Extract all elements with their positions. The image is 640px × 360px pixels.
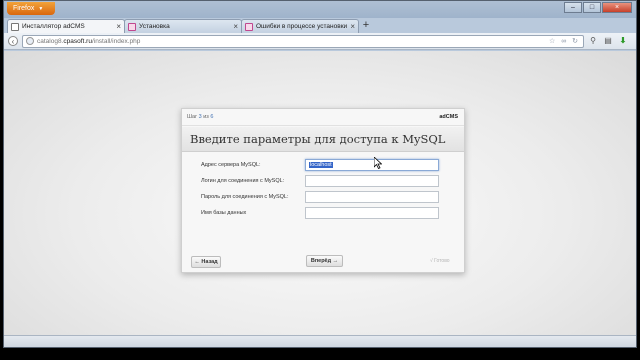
dialog-header: Шаг 3 из 6 adCMS xyxy=(182,109,464,126)
tab-setup[interactable]: Установка × xyxy=(124,19,242,33)
server-label: Адрес сервера MySQL: xyxy=(201,162,261,168)
window-controls: – □ × xyxy=(563,2,632,13)
password-input[interactable] xyxy=(305,191,439,203)
tab-installer[interactable]: Инсталлятор adCMS × xyxy=(7,19,125,33)
back-icon[interactable]: ‹ xyxy=(8,36,18,46)
database-name-input[interactable] xyxy=(305,207,439,219)
form-row-password: Пароль для соединения с MySQL: xyxy=(182,191,464,205)
browser-window: Firefox ▼ – □ × Инсталлятор adCMS × Уста… xyxy=(3,0,637,348)
mouse-cursor-icon xyxy=(373,156,383,170)
title-bar: Firefox ▼ – □ × xyxy=(4,1,636,18)
form-row-database: Имя базы данных xyxy=(182,207,464,221)
maximize-button[interactable]: □ xyxy=(583,2,601,13)
navigation-bar: ‹ catalog8.cpasoft.ru/install/index.php … xyxy=(4,33,636,50)
step-of: из xyxy=(203,114,209,120)
site-favicon-icon xyxy=(245,23,253,31)
page-icon xyxy=(11,23,19,31)
database-label: Имя базы данных xyxy=(201,210,247,216)
next-button[interactable]: Вперёд → xyxy=(306,255,343,267)
url-bar-actions-icon[interactable]: ☆ ∞ ↻ xyxy=(549,36,580,47)
login-input[interactable] xyxy=(305,175,439,187)
url-path: /install/index.php xyxy=(91,38,141,45)
status-bar xyxy=(4,335,636,347)
site-identity-icon[interactable] xyxy=(26,37,34,45)
search-icon[interactable]: ⚲ xyxy=(588,36,598,46)
tab-install-errors[interactable]: Ошибки в процессе установки × xyxy=(241,19,359,33)
url-bar[interactable]: catalog8.cpasoft.ru/install/index.php ☆ … xyxy=(22,35,584,48)
step-current: 3 xyxy=(198,114,202,120)
tab-label: Инсталлятор adCMS xyxy=(22,23,85,30)
close-window-button[interactable]: × xyxy=(602,2,632,13)
brand-label: adCMS xyxy=(439,114,458,120)
installer-dialog: Шаг 3 из 6 adCMS Введите параметры для д… xyxy=(181,108,465,273)
tab-label: Установка xyxy=(139,23,170,30)
firefox-menu-label: Firefox xyxy=(13,5,35,12)
download-icon[interactable]: ⬇ xyxy=(618,36,628,46)
firefox-menu-button[interactable]: Firefox ▼ xyxy=(7,2,55,15)
site-favicon-icon xyxy=(128,23,136,31)
url-prefix: catalog8. xyxy=(37,38,64,45)
server-address-value: localhost xyxy=(309,162,333,168)
form-row-login: Логин для соединения с MySQL: xyxy=(182,175,464,189)
close-tab-icon[interactable]: × xyxy=(233,20,238,33)
step-prefix: Шаг xyxy=(187,114,198,120)
login-label: Логин для соединения с MySQL: xyxy=(201,178,285,184)
done-button: √ Готово xyxy=(430,258,450,264)
url-domain: cpasoft.ru xyxy=(63,38,92,45)
bookmarks-menu-icon[interactable]: ▤ xyxy=(603,36,613,46)
step-total: 6 xyxy=(210,114,214,120)
chevron-down-icon: ▼ xyxy=(38,6,44,12)
tab-label: Ошибки в процессе установки xyxy=(256,23,348,30)
back-button[interactable]: ← Назад xyxy=(191,256,221,268)
password-label: Пароль для соединения с MySQL: xyxy=(201,194,289,200)
form-row-server: Адрес сервера MySQL: localhost xyxy=(182,159,464,173)
minimize-button[interactable]: – xyxy=(564,2,582,13)
close-tab-icon[interactable]: × xyxy=(350,20,355,33)
new-tab-button[interactable]: + xyxy=(359,20,373,32)
step-indicator: Шаг 3 из 6 xyxy=(187,109,213,125)
page-content: Шаг 3 из 6 adCMS Введите параметры для д… xyxy=(4,51,636,347)
server-address-input[interactable]: localhost xyxy=(305,159,439,171)
close-tab-icon[interactable]: × xyxy=(116,20,121,33)
page-title: Введите параметры для доступа к MySQL xyxy=(182,127,464,152)
